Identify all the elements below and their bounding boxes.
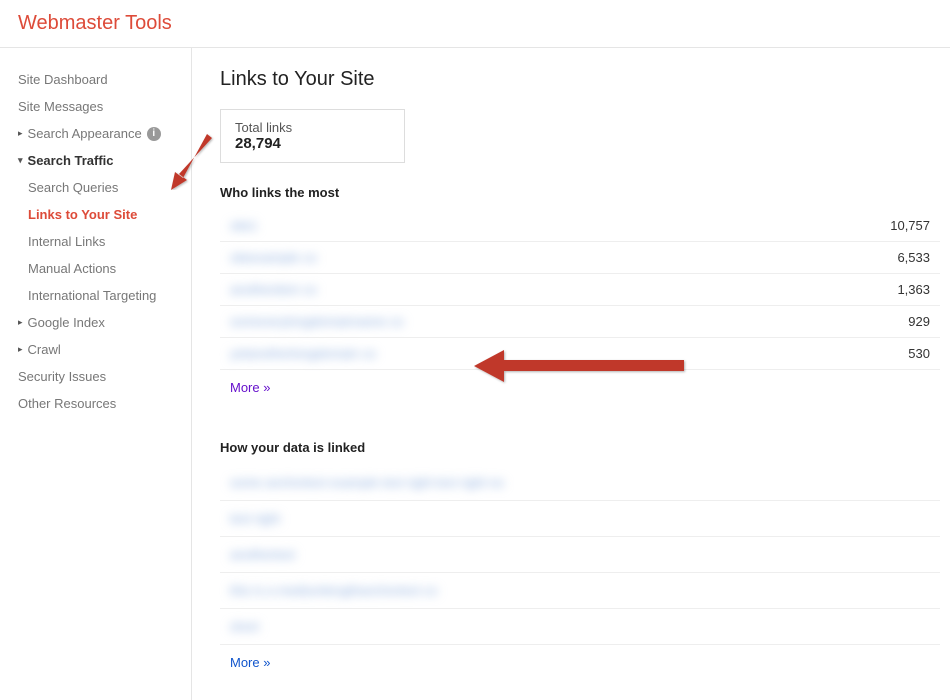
sidebar-item-label: Other Resources xyxy=(18,396,116,411)
table-row: yetanotherlongdomain co 530 xyxy=(220,338,940,370)
sidebar-item-label: Search Queries xyxy=(28,180,118,195)
sidebar-item-internal-links[interactable]: Internal Links xyxy=(0,228,191,255)
sidebar-item-site-messages[interactable]: Site Messages xyxy=(0,93,191,120)
sidebar-item-international-targeting[interactable]: International Targeting xyxy=(0,282,191,309)
sidebar-item-label: Google Index xyxy=(28,315,105,330)
list-item: some anchortext example text right text … xyxy=(220,465,940,501)
sidebar-item-google-index[interactable]: Google Index xyxy=(0,309,191,336)
sidebar-item-manual-actions[interactable]: Manual Actions xyxy=(0,255,191,282)
page-title: Links to Your Site xyxy=(220,68,940,91)
domain-cell[interactable]: someverylongdomainname co xyxy=(220,306,770,338)
list-item: short xyxy=(220,609,940,645)
more-link-who[interactable]: More » xyxy=(220,370,280,405)
who-links-table: site1 10,757 siteexample co 6,533 anothe… xyxy=(220,210,940,370)
header: Webmaster Tools xyxy=(0,0,950,48)
anchor-text[interactable]: this is a mediumlengthanchortext co xyxy=(230,583,437,598)
sidebar-item-other-resources[interactable]: Other Resources xyxy=(0,390,191,417)
sidebar-item-label: Links to Your Site xyxy=(28,207,137,222)
count-cell: 929 xyxy=(770,306,940,338)
who-links-title: Who links the most xyxy=(220,185,940,200)
anchor-text[interactable]: short xyxy=(230,619,259,634)
main-content: Links to Your Site Total links 28,794 Wh… xyxy=(192,48,950,700)
sidebar-item-label: Security Issues xyxy=(18,369,106,384)
container: Site Dashboard Site Messages Search Appe… xyxy=(0,48,950,700)
sidebar-item-label: Search Traffic xyxy=(28,153,114,168)
info-icon[interactable]: i xyxy=(147,127,161,141)
sidebar-item-search-queries[interactable]: Search Queries xyxy=(0,174,191,201)
how-linked-list: some anchortext example text right text … xyxy=(220,465,940,645)
sidebar-item-crawl[interactable]: Crawl xyxy=(0,336,191,363)
table-row: siteexample co 6,533 xyxy=(220,242,940,274)
sidebar-item-links-to-your-site[interactable]: Links to Your Site xyxy=(0,201,191,228)
table-row: site1 10,757 xyxy=(220,210,940,242)
more-link-how[interactable]: More » xyxy=(220,645,280,680)
anchor-text[interactable]: text right xyxy=(230,511,280,526)
sidebar-item-label: Site Messages xyxy=(18,99,103,114)
sidebar-item-label: International Targeting xyxy=(28,288,156,303)
domain-cell[interactable]: site1 xyxy=(220,210,770,242)
sidebar-item-security-issues[interactable]: Security Issues xyxy=(0,363,191,390)
total-links-box: Total links 28,794 xyxy=(220,109,405,163)
domain-cell[interactable]: siteexample co xyxy=(220,242,770,274)
table-row: anotherdom co 1,363 xyxy=(220,274,940,306)
sidebar-item-site-dashboard[interactable]: Site Dashboard xyxy=(0,66,191,93)
count-cell: 10,757 xyxy=(770,210,940,242)
domain-cell[interactable]: yetanotherlongdomain co xyxy=(220,338,770,370)
total-links-label: Total links xyxy=(235,120,390,135)
sidebar-item-search-traffic[interactable]: Search Traffic xyxy=(0,147,191,174)
domain-cell[interactable]: anotherdom co xyxy=(220,274,770,306)
sidebar-item-label: Manual Actions xyxy=(28,261,116,276)
anchor-text[interactable]: anothertext xyxy=(230,547,295,562)
count-cell: 1,363 xyxy=(770,274,940,306)
count-cell: 530 xyxy=(770,338,940,370)
app-title: Webmaster Tools xyxy=(18,12,932,35)
table-row: someverylongdomainname co 929 xyxy=(220,306,940,338)
sidebar-item-label: Internal Links xyxy=(28,234,105,249)
how-linked-title: How your data is linked xyxy=(220,440,940,455)
sidebar-item-search-appearance[interactable]: Search Appearance i xyxy=(0,120,191,147)
sidebar-item-label: Crawl xyxy=(28,342,61,357)
count-cell: 6,533 xyxy=(770,242,940,274)
sidebar: Site Dashboard Site Messages Search Appe… xyxy=(0,48,192,700)
list-item: text right xyxy=(220,501,940,537)
sidebar-item-label: Search Appearance xyxy=(28,126,142,141)
list-item: anothertext xyxy=(220,537,940,573)
anchor-text[interactable]: some anchortext example text right text … xyxy=(230,475,504,490)
total-links-value: 28,794 xyxy=(235,135,390,152)
list-item: this is a mediumlengthanchortext co xyxy=(220,573,940,609)
sidebar-item-label: Site Dashboard xyxy=(18,72,108,87)
